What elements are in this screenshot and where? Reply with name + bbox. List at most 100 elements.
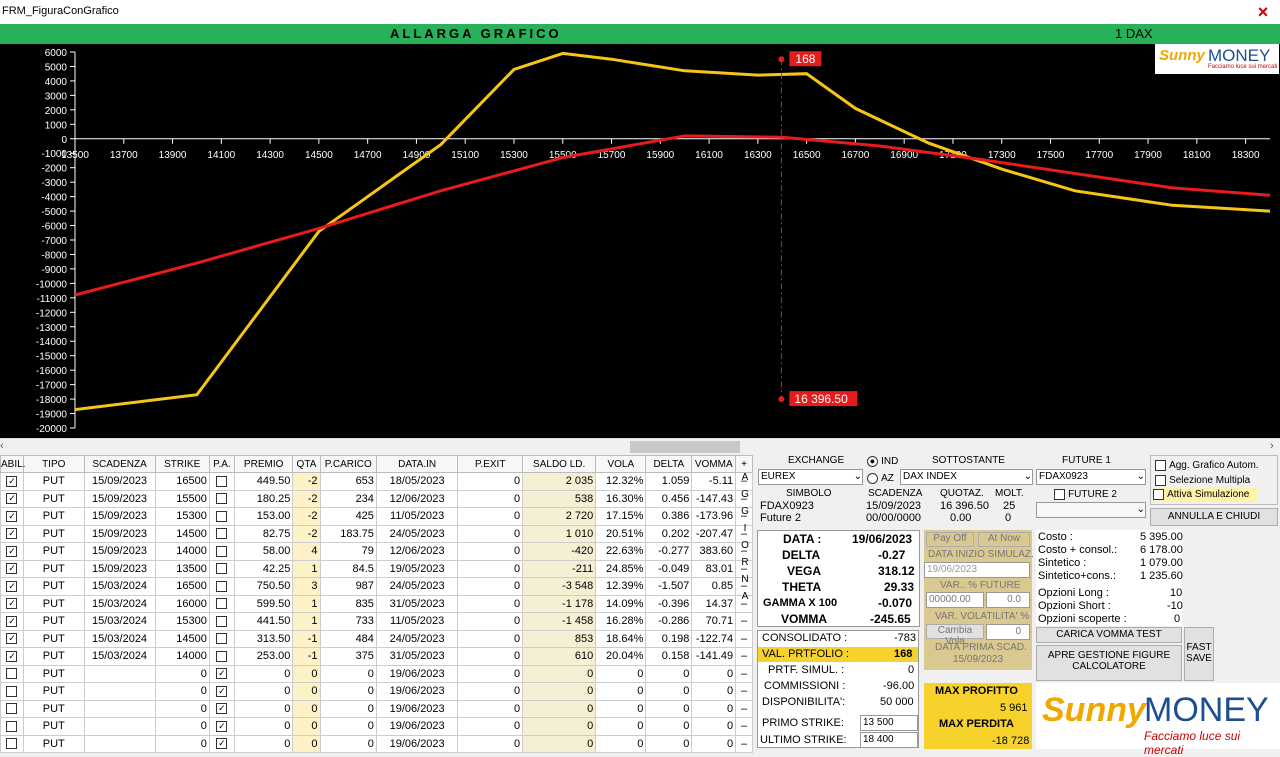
header-bar[interactable]: ALLARGA GRAFICO 1 DAX [0,24,1280,44]
agg-grafico-checkbox[interactable]: Agg. Grafico Autom. [1155,459,1259,471]
pa-checkbox[interactable]: ✓ [208,682,235,701]
table-cell[interactable]: 0 [233,717,294,736]
table-cell[interactable]: 19/06/2023 [375,734,459,753]
abil-checkbox[interactable] [0,664,24,683]
table-cell[interactable]: 0 [457,507,524,526]
carica-vomma-button[interactable]: CARICA VOMMA TEST [1036,627,1182,643]
pa-checkbox[interactable] [208,542,235,561]
abil-checkbox[interactable]: ✓ [0,542,24,561]
aggiorna-letter[interactable]: I [737,523,753,540]
abil-checkbox[interactable]: ✓ [0,612,24,631]
table-cell[interactable]: 0 [457,699,524,718]
abil-checkbox[interactable] [0,717,24,736]
pa-checkbox[interactable] [208,612,235,631]
table-cell[interactable]: PUT [22,664,85,683]
table-cell[interactable]: 449.50 [233,472,294,491]
table-cell[interactable]: 375 [319,647,377,666]
table-cell[interactable]: 4 [292,542,321,561]
table-cell[interactable]: 24/05/2023 [375,577,459,596]
table-cell[interactable]: 0 [233,699,294,718]
table-cell[interactable]: 234 [319,489,377,508]
table-cell[interactable]: 0 [292,699,321,718]
table-cell[interactable]: 0 [522,682,597,701]
table-cell[interactable]: 12/06/2023 [375,542,459,561]
column-header[interactable]: PREMIO [233,455,294,473]
table-cell[interactable]: 0 [457,717,524,736]
table-cell[interactable]: 0 [522,734,597,753]
table-cell[interactable]: 70.71 [691,612,737,631]
table-cell[interactable]: -1 458 [522,612,597,631]
column-header[interactable]: P.EXIT [457,455,524,473]
table-cell[interactable]: 750.50 [233,577,294,596]
table-cell[interactable]: 733 [319,612,377,631]
table-cell[interactable]: PUT [22,472,85,491]
ultimo-strike-input[interactable]: 18 400 [860,732,918,748]
table-row[interactable]: ✓ PUT 15/09/2023 14000 58.00 4 79 12/06/2023 0 -4… [0,542,753,561]
table-cell[interactable]: 24/05/2023 [375,524,459,543]
column-header[interactable]: DELTA [645,455,693,473]
table-cell[interactable]: 0 [691,682,737,701]
aggiorna-letter[interactable]: A [737,591,753,608]
abil-checkbox[interactable]: ✓ [0,647,24,666]
var-future-pct[interactable]: 0.0 [986,592,1030,608]
pa-checkbox[interactable] [208,629,235,648]
table-cell[interactable]: PUT [22,489,85,508]
table-cell[interactable] [83,682,156,701]
table-cell[interactable]: 0 [457,647,524,666]
abil-checkbox[interactable] [0,734,24,753]
table-cell[interactable]: PUT [22,612,85,631]
abil-checkbox[interactable]: ✓ [0,577,24,596]
table-cell[interactable]: 1 [292,612,321,631]
table-cell[interactable]: 183.75 [319,524,377,543]
horizontal-scrollbar[interactable]: ‹ › [0,438,1280,454]
table-cell[interactable]: 383.60 [691,542,737,561]
table-cell[interactable]: 853 [522,629,597,648]
table-cell[interactable]: 0 [522,717,597,736]
table-cell[interactable]: 24.85% [595,559,647,578]
table-cell[interactable]: 17.15% [595,507,647,526]
table-cell[interactable]: 82.75 [233,524,294,543]
column-header[interactable]: TIPO [22,455,85,473]
table-cell[interactable]: 19/06/2023 [375,717,459,736]
primo-strike-input[interactable]: 13 500 [860,715,918,731]
table-cell[interactable]: 0 [457,524,524,543]
table-cell[interactable]: 0 [691,717,737,736]
table-cell[interactable]: -2 [292,472,321,491]
fast-save-button[interactable]: FAST SAVE [1184,627,1214,681]
table-cell[interactable]: 22.63% [595,542,647,561]
table-cell[interactable]: 15300 [154,612,210,631]
table-cell[interactable]: -1.507 [645,577,693,596]
table-cell[interactable]: 14000 [154,647,210,666]
table-cell[interactable]: 835 [319,594,377,613]
allarga-grafico-label[interactable]: ALLARGA GRAFICO [390,26,562,41]
table-cell[interactable]: -2 [292,507,321,526]
table-cell[interactable]: 79 [319,542,377,561]
pa-checkbox[interactable]: ✓ [208,717,235,736]
abil-checkbox[interactable] [0,699,24,718]
table-cell[interactable]: 0 [645,699,693,718]
table-cell[interactable]: 313.50 [233,629,294,648]
column-header[interactable]: SCADENZA [83,455,156,473]
table-cell[interactable]: 0 [292,682,321,701]
table-cell[interactable]: -147.43 [691,489,737,508]
table-cell[interactable]: 14000 [154,542,210,561]
table-row[interactable]: ✓ PUT 15/09/2023 16500 449.50 -2 653 18/05/2023… [0,472,753,491]
table-cell[interactable]: 0 [319,717,377,736]
column-header[interactable]: STRIKE [154,455,210,473]
pa-checkbox[interactable] [208,507,235,526]
table-cell[interactable]: 14500 [154,524,210,543]
table-row[interactable]: ✓ PUT 15/03/2024 15300 441.50 1 733 11/05/2023 0… [0,612,753,631]
table-cell[interactable]: 0 [154,664,210,683]
table-cell[interactable]: 12/06/2023 [375,489,459,508]
abil-checkbox[interactable]: ✓ [0,524,24,543]
column-header[interactable]: P.CARICO [319,455,377,473]
table-cell[interactable]: 0 [691,664,737,683]
table-cell[interactable]: 0 [595,699,647,718]
table-cell[interactable]: -420 [522,542,597,561]
table-cell[interactable]: PUT [22,577,85,596]
scroll-right-icon[interactable]: › [1270,440,1274,452]
abil-checkbox[interactable]: ✓ [0,489,24,508]
table-cell[interactable]: 0 [595,682,647,701]
scroll-thumb[interactable] [630,441,740,453]
table-cell[interactable]: 15/03/2024 [83,647,156,666]
